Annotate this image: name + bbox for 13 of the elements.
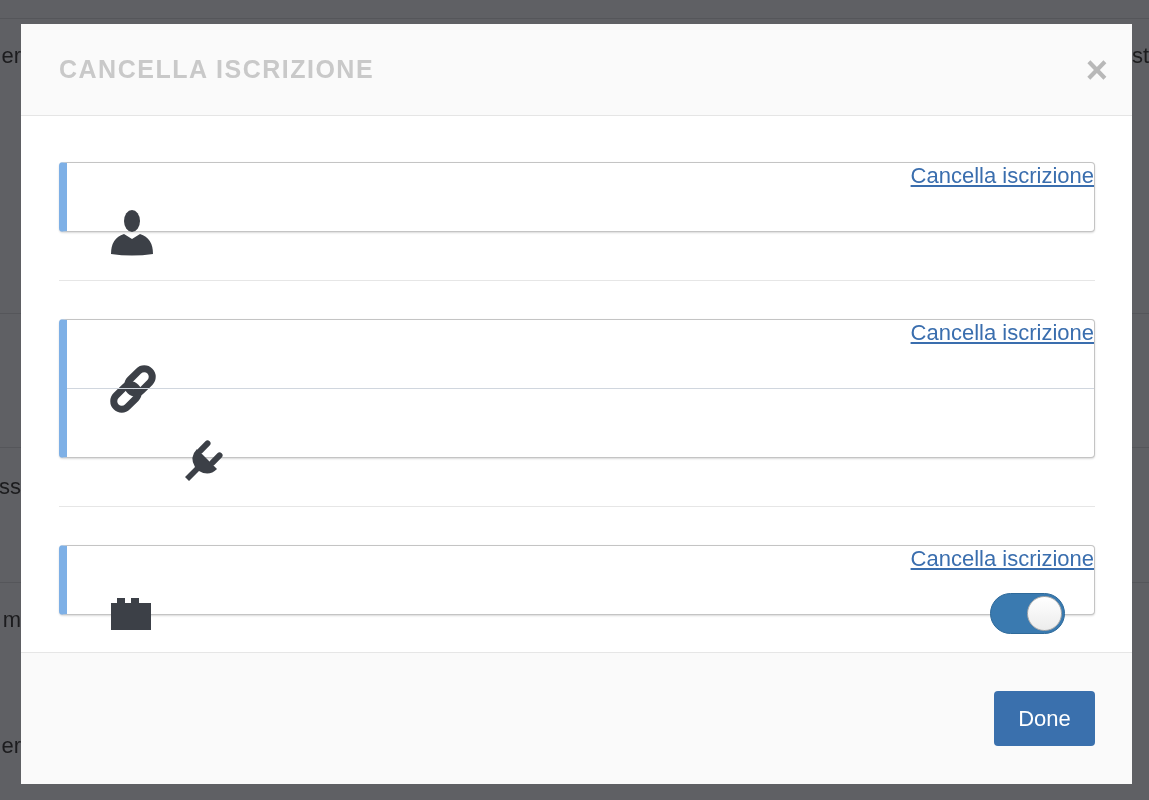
unsubscribe-link[interactable]: Cancella iscrizione — [910, 546, 1094, 572]
background-text: st — [1132, 43, 1149, 69]
link-icon — [109, 365, 157, 413]
unsubscribe-link[interactable]: Cancella iscrizione — [910, 163, 1094, 189]
toggle-switch[interactable] — [990, 593, 1065, 634]
user-icon — [111, 210, 153, 256]
background-text: m — [2, 607, 21, 633]
background-text: er — [1, 733, 21, 759]
block-icon — [111, 598, 151, 630]
done-button[interactable]: Done — [994, 691, 1095, 746]
background-text: ss — [0, 474, 21, 500]
unsubscribe-link[interactable]: Cancella iscrizione — [910, 320, 1094, 346]
background-text: er — [1, 43, 21, 69]
